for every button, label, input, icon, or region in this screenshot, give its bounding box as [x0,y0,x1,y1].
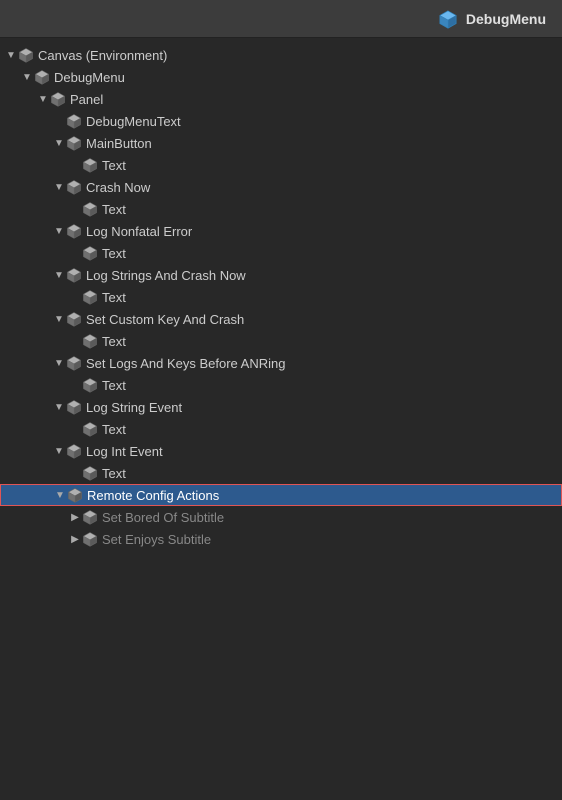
tree-label-mainbutton: MainButton [86,136,152,151]
tree-label-panel: Panel [70,92,103,107]
tree-item-setlogs-text[interactable]: Text [0,374,562,396]
tree-item-setcustom-text[interactable]: Text [0,330,562,352]
cube-icon-logstrings [66,267,82,283]
tree-label-setlogs-text: Text [102,378,126,393]
tree-label-setcustom: Set Custom Key And Crash [86,312,244,327]
cube-icon-setcustom-text [82,333,98,349]
tree-label-logstring-text: Text [102,422,126,437]
tree-label-logstring: Log String Event [86,400,182,415]
tree-label-setcustom-text: Text [102,334,126,349]
tree-item-remoteconfig[interactable]: Remote Config Actions [0,484,562,506]
tree-arrow-mainbutton[interactable] [52,138,66,149]
tree-item-crashnow-text[interactable]: Text [0,198,562,220]
tree-arrow-canvas[interactable] [4,50,18,61]
header-cube-icon [438,9,458,29]
tree-item-logstrings-text[interactable]: Text [0,286,562,308]
tree-item-setcustom[interactable]: Set Custom Key And Crash [0,308,562,330]
cube-icon-debugmenutext [66,113,82,129]
tree-item-logstring[interactable]: Log String Event [0,396,562,418]
cube-icon-canvas [18,47,34,63]
tree-arrow-setenjoys[interactable] [68,534,82,545]
cube-icon-logstrings-text [82,289,98,305]
tree-label-debugmenu: DebugMenu [54,70,125,85]
tree-container: Canvas (Environment) DebugMenu Panel DebugM… [0,38,562,800]
cube-icon-setlogs-text [82,377,98,393]
tree-arrow-remoteconfig[interactable] [53,490,67,501]
tree-label-logstrings: Log Strings And Crash Now [86,268,246,283]
tree-label-logstrings-text: Text [102,290,126,305]
cube-icon-logstring [66,399,82,415]
tree-label-crashnow: Crash Now [86,180,150,195]
header: DebugMenu [0,0,562,38]
tree-item-debugmenutext[interactable]: DebugMenuText [0,110,562,132]
tree-item-mainbutton-text[interactable]: Text [0,154,562,176]
tree-item-panel[interactable]: Panel [0,88,562,110]
tree-item-logstrings[interactable]: Log Strings And Crash Now [0,264,562,286]
tree-item-logintevent-text[interactable]: Text [0,462,562,484]
tree-label-canvas: Canvas (Environment) [38,48,167,63]
tree-item-debugmenu[interactable]: DebugMenu [0,66,562,88]
tree-label-crashnow-text: Text [102,202,126,217]
cube-icon-crashnow [66,179,82,195]
tree-label-logintevent: Log Int Event [86,444,163,459]
cube-icon-debugmenu [34,69,50,85]
tree-item-canvas[interactable]: Canvas (Environment) [0,44,562,66]
cube-icon-lognonfatal-text [82,245,98,261]
tree-item-lognonfatal-text[interactable]: Text [0,242,562,264]
tree-item-logstring-text[interactable]: Text [0,418,562,440]
cube-icon-setlogs [66,355,82,371]
cube-icon-crashnow-text [82,201,98,217]
tree-arrow-logintevent[interactable] [52,446,66,457]
tree-arrow-setcustom[interactable] [52,314,66,325]
cube-icon-logstring-text [82,421,98,437]
tree-item-lognonfatal[interactable]: Log Nonfatal Error [0,220,562,242]
tree-item-setbored[interactable]: Set Bored Of Subtitle [0,506,562,528]
cube-icon-remoteconfig [67,487,83,503]
tree-arrow-logstrings[interactable] [52,270,66,281]
tree-label-lognonfatal: Log Nonfatal Error [86,224,192,239]
cube-icon-logintevent-text [82,465,98,481]
tree-item-mainbutton[interactable]: MainButton [0,132,562,154]
tree-item-logintevent[interactable]: Log Int Event [0,440,562,462]
tree-arrow-panel[interactable] [36,94,50,105]
tree-label-setenjoys: Set Enjoys Subtitle [102,532,211,547]
tree-arrow-setbored[interactable] [68,512,82,523]
tree-arrow-setlogs[interactable] [52,358,66,369]
header-title-text: DebugMenu [466,11,546,27]
tree-label-mainbutton-text: Text [102,158,126,173]
cube-icon-setbored [82,509,98,525]
tree-arrow-crashnow[interactable] [52,182,66,193]
tree-label-setlogs: Set Logs And Keys Before ANRing [86,356,285,371]
tree-label-lognonfatal-text: Text [102,246,126,261]
tree-arrow-logstring[interactable] [52,402,66,413]
tree-label-setbored: Set Bored Of Subtitle [102,510,224,525]
tree-item-setlogs[interactable]: Set Logs And Keys Before ANRing [0,352,562,374]
cube-icon-mainbutton-text [82,157,98,173]
cube-icon-lognonfatal [66,223,82,239]
cube-icon-panel [50,91,66,107]
cube-icon-setcustom [66,311,82,327]
cube-icon-logintevent [66,443,82,459]
cube-icon-setenjoys [82,531,98,547]
tree-arrow-debugmenu[interactable] [20,72,34,83]
cube-icon-mainbutton [66,135,82,151]
tree-label-logintevent-text: Text [102,466,126,481]
tree-label-remoteconfig: Remote Config Actions [87,488,219,503]
tree-item-setenjoys[interactable]: Set Enjoys Subtitle [0,528,562,550]
header-title: DebugMenu [438,9,546,29]
tree-item-crashnow[interactable]: Crash Now [0,176,562,198]
tree-label-debugmenutext: DebugMenuText [86,114,181,129]
tree-arrow-lognonfatal[interactable] [52,226,66,237]
